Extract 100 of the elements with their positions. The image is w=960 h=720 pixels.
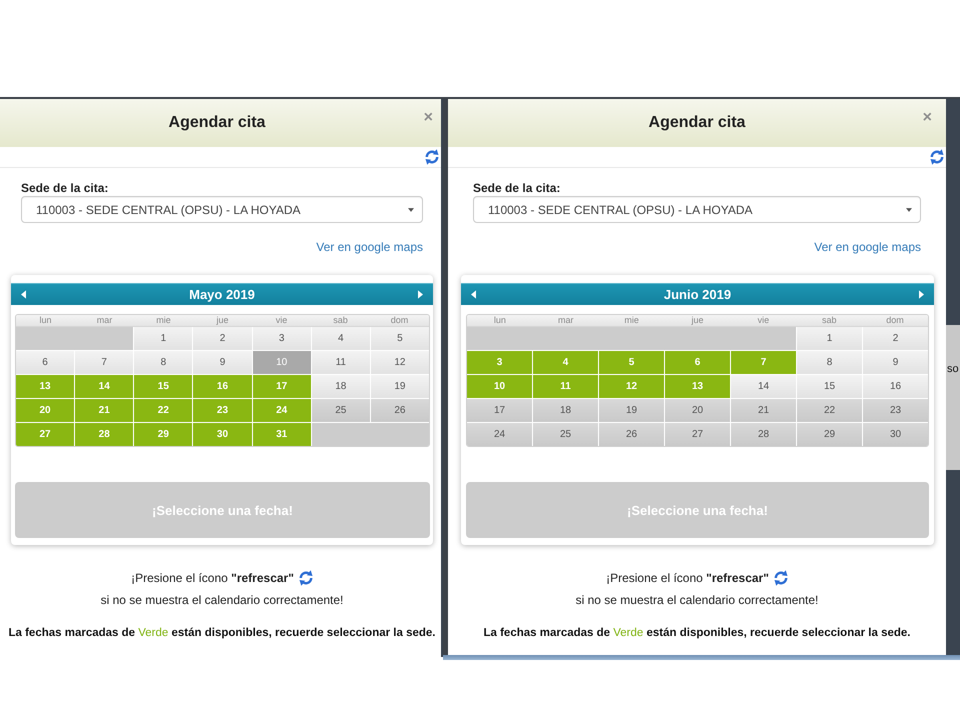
calendar-day: 5 [370, 327, 429, 350]
calendar-day[interactable]: 5 [599, 351, 664, 374]
calendar-day: 7 [75, 351, 134, 374]
refresh-icon [774, 570, 788, 586]
calendar-day: 24 [467, 423, 532, 446]
previous-month-icon[interactable] [21, 290, 26, 299]
calendar-day: 27 [665, 423, 730, 446]
weekday-label: vie [756, 315, 770, 326]
next-month-icon[interactable] [418, 290, 423, 299]
calendar-day: 11 [312, 351, 370, 374]
calendar-day: 15 [797, 375, 862, 398]
weekday-label: lun [38, 315, 52, 326]
calendar-day: 3 [252, 327, 311, 350]
calendar-day: 2 [863, 327, 928, 350]
map-link[interactable]: Ver en google maps [814, 240, 921, 254]
caret-icon [906, 208, 912, 212]
caret-icon [408, 208, 414, 212]
calendar-day[interactable]: 30 [193, 423, 252, 446]
calendar-day: 14 [731, 375, 796, 398]
field-label: Sede de la cita: [473, 181, 560, 195]
map-link[interactable]: Ver en google maps [316, 240, 423, 254]
next-month-icon[interactable] [918, 290, 924, 299]
weekday-label: mar [96, 315, 114, 326]
hint-text: ¡Presione el ícono "refrescar" [131, 571, 294, 585]
site-select[interactable]: 110003 - SEDE CENTRAL (OPSU) - LA HOYADA [473, 196, 921, 223]
weekday-label: lun [492, 315, 507, 326]
hint-text: si no se muestra el calendario correctamente! [100, 593, 344, 607]
weekday-label: vie [274, 315, 288, 326]
calendar-day: 22 [797, 399, 862, 422]
calendar-day: 18 [533, 399, 598, 422]
calendar-day: 26 [370, 399, 429, 422]
calendar-day: 12 [370, 351, 429, 374]
month-title: Junio 2019 [664, 286, 732, 302]
calendar-day[interactable]: 29 [134, 423, 192, 446]
calendar-day: 25 [312, 399, 370, 422]
weekday-label: mie [623, 315, 640, 326]
calendar-day[interactable]: 17 [252, 375, 311, 398]
calendar-day[interactable]: 11 [533, 375, 598, 398]
calendar-day: 1 [797, 327, 862, 350]
calendar-day[interactable]: 3 [467, 351, 532, 374]
calendar-day: 28 [731, 423, 796, 446]
legend-text: La fechas marcadas de Verde están disponibles, recuerde seleccionar la sede. [483, 626, 910, 640]
weekday-label: dom [885, 315, 905, 326]
hint-text: ¡Presione el ícono "refrescar" [606, 571, 769, 585]
calendar-day[interactable]: 14 [75, 375, 134, 398]
legend-text: La fechas marcadas de Verde están disponibles, recuerde seleccionar la sede. [8, 626, 436, 640]
calendar-day: 1 [134, 327, 192, 350]
dialog-title: Agendar cita [168, 114, 266, 132]
calendar-day[interactable]: 12 [599, 375, 664, 398]
close-button[interactable]: × [424, 109, 433, 127]
calendar-day[interactable]: 24 [252, 399, 311, 422]
calendar-day: 16 [863, 375, 928, 398]
calendar-day: 18 [312, 375, 370, 398]
calendar-day[interactable]: 21 [75, 399, 134, 422]
weekday-label: jue [690, 315, 704, 326]
month-title: Mayo 2019 [189, 286, 255, 302]
background-text: so [947, 363, 959, 376]
calendar-day: 30 [863, 423, 928, 446]
calendar-day: 19 [599, 399, 664, 422]
calendar-day[interactable]: 20 [16, 399, 74, 422]
calendar-day[interactable]: 10 [467, 375, 532, 398]
calendar-day[interactable]: 7 [731, 351, 796, 374]
calendar-day[interactable]: 13 [665, 375, 730, 398]
calendar-day: 10 [252, 351, 311, 374]
calendar-day: 23 [863, 399, 928, 422]
calendar-day[interactable]: 15 [134, 375, 192, 398]
refresh-icon[interactable] [930, 149, 944, 165]
dialog-title: Agendar cita [648, 114, 746, 132]
calendar-day[interactable]: 23 [193, 399, 252, 422]
calendar-day[interactable]: 6 [665, 351, 730, 374]
calendar-day: 19 [370, 375, 429, 398]
calendar-day[interactable]: 16 [193, 375, 252, 398]
refresh-icon [298, 570, 313, 586]
weekday-label: dom [390, 315, 410, 326]
calendar-day[interactable]: 4 [533, 351, 598, 374]
calendar-day: 6 [16, 351, 74, 374]
calendar-day: 29 [797, 423, 862, 446]
calendar-day[interactable]: 13 [16, 375, 74, 398]
weekday-label: sab [820, 315, 838, 326]
calendar-day: 9 [193, 351, 252, 374]
refresh-icon[interactable] [425, 149, 439, 165]
calendar-day[interactable]: 31 [252, 423, 311, 446]
calendar-day: 20 [665, 399, 730, 422]
calendar-day[interactable]: 22 [134, 399, 192, 422]
calendar-day: 25 [533, 423, 598, 446]
calendar-day: 21 [731, 399, 796, 422]
weekday-label: mar [557, 315, 575, 326]
hint-text: si no se muestra el calendario correctamente! [576, 593, 818, 607]
calendar-day: 2 [193, 327, 252, 350]
calendar-day: 17 [467, 399, 532, 422]
weekday-label: sab [332, 315, 349, 326]
calendar-day[interactable]: 27 [16, 423, 74, 446]
previous-month-icon[interactable] [471, 290, 476, 299]
weekday-label: jue [215, 315, 230, 326]
close-button[interactable]: × [922, 109, 932, 127]
calendar-day: 4 [312, 327, 370, 350]
calendar-day[interactable]: 28 [75, 423, 134, 446]
calendar-day: 8 [134, 351, 192, 374]
field-label: Sede de la cita: [21, 181, 108, 195]
site-select[interactable]: 110003 - SEDE CENTRAL (OPSU) - LA HOYADA [21, 196, 423, 223]
